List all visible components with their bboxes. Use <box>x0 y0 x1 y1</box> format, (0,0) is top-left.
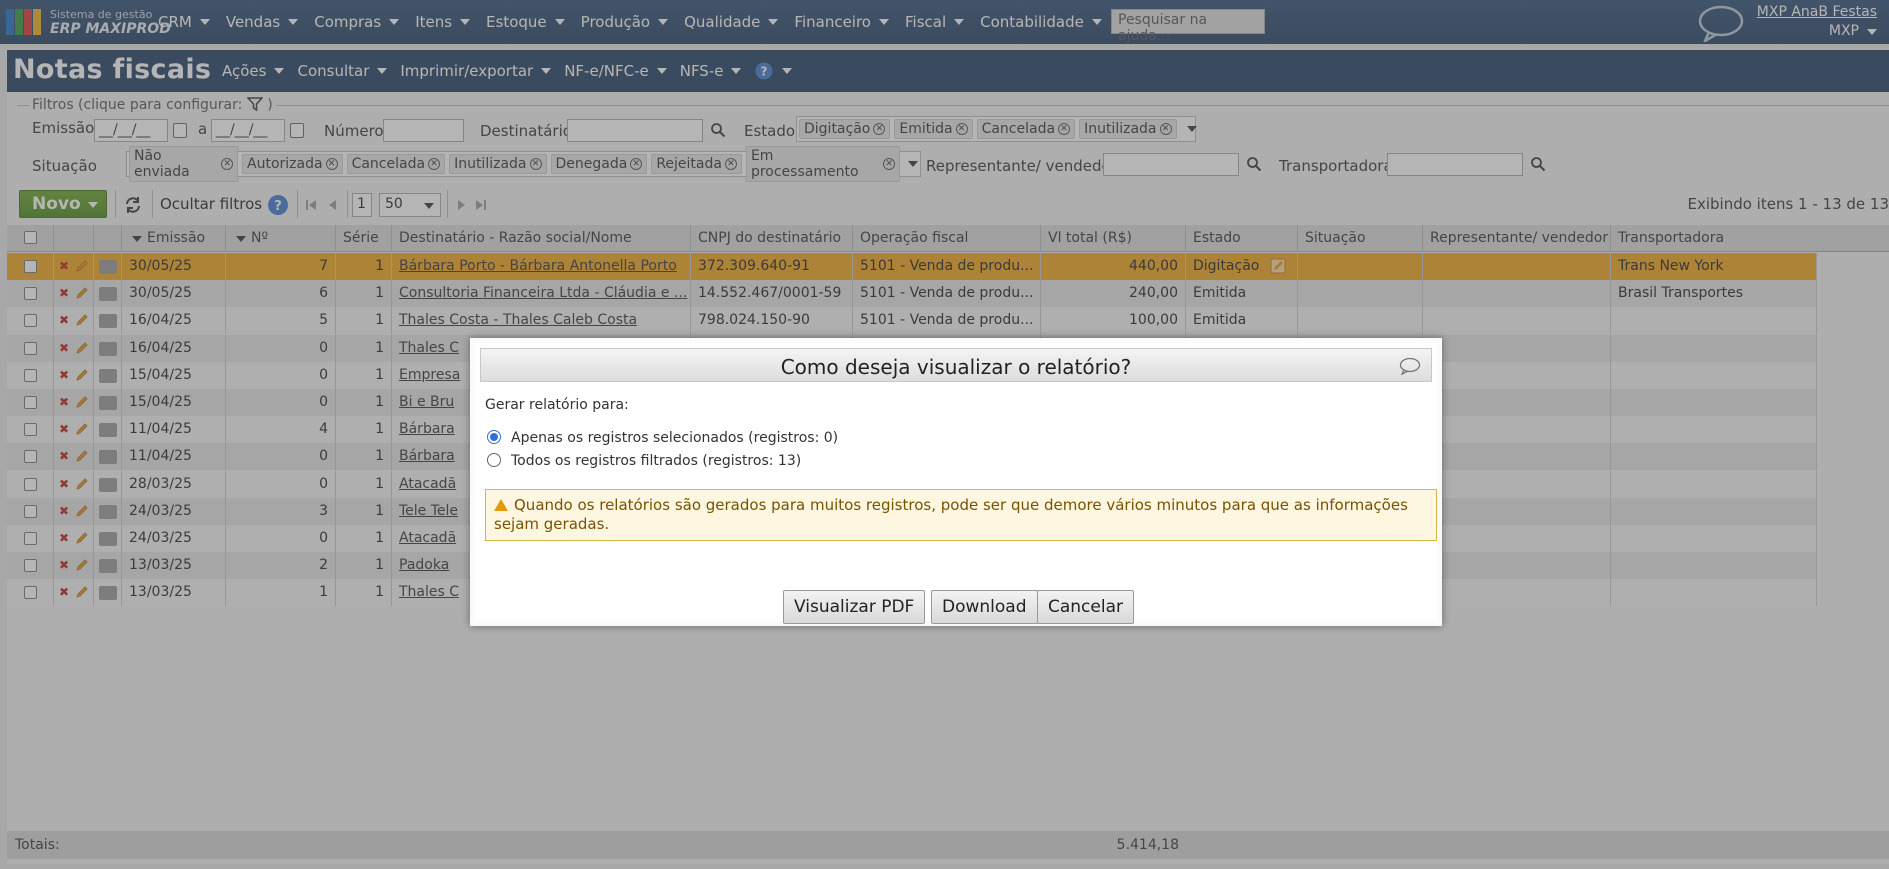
all-records-label[interactable]: Todos os registros filtrados (registros:… <box>511 453 801 469</box>
selected-records-label[interactable]: Apenas os registros selecionados (regist… <box>511 430 838 446</box>
dialog-title: Como deseja visualizar o relatório? <box>780 355 1132 379</box>
warning-message: Quando os relatórios são gerados para mu… <box>485 489 1437 541</box>
all-records-radio[interactable] <box>487 453 501 467</box>
cancel-button[interactable]: Cancelar <box>1037 590 1134 624</box>
selected-records-radio[interactable] <box>487 430 501 444</box>
dialog-header: Como deseja visualizar o relatório? <box>480 348 1432 382</box>
report-dialog: Como deseja visualizar o relatório? Gera… <box>470 338 1442 626</box>
view-pdf-button[interactable]: Visualizar PDF <box>783 590 926 624</box>
dialog-prompt: Gerar relatório para: <box>485 397 629 413</box>
warning-icon <box>494 499 508 511</box>
comment-icon[interactable] <box>1399 357 1421 375</box>
download-button[interactable]: Download <box>931 590 1038 624</box>
